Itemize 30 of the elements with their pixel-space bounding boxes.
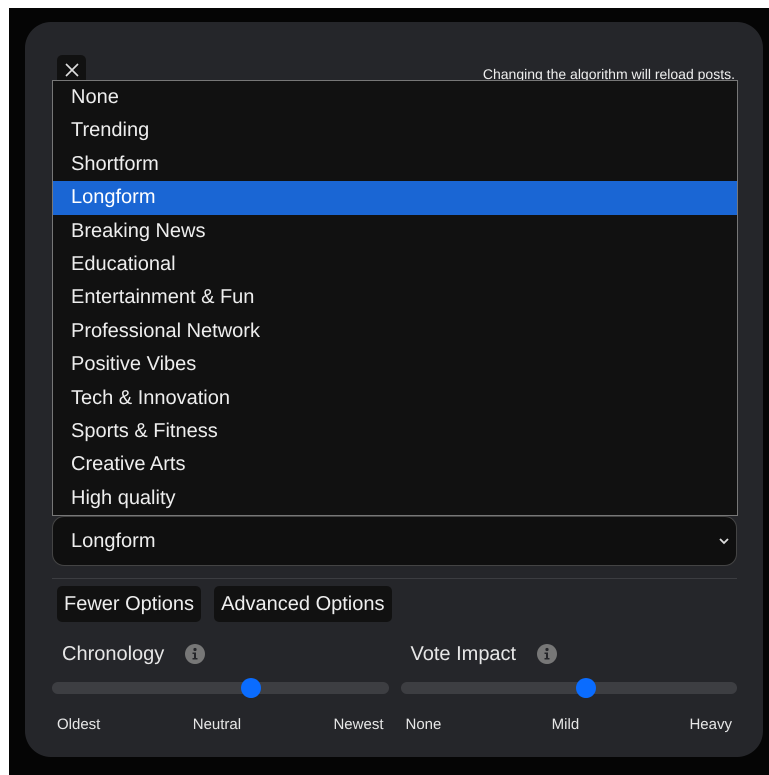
dropdown-option[interactable]: None xyxy=(53,81,737,114)
dropdown-option[interactable]: Longform xyxy=(53,181,737,215)
dropdown-option[interactable]: Educational xyxy=(53,248,737,282)
slider-thumb[interactable] xyxy=(576,678,596,698)
dropdown-option[interactable]: Creative Arts xyxy=(53,448,737,482)
dropdown-option[interactable]: Professional Network xyxy=(53,314,737,348)
info-icon[interactable] xyxy=(537,644,558,664)
dropdown-option[interactable]: Tech & Innovation xyxy=(53,382,737,415)
dropdown-option[interactable]: Entertainment & Fun xyxy=(53,281,737,315)
slider-label: Chronology xyxy=(62,642,164,666)
dropdown-option[interactable]: Positive Vibes xyxy=(53,348,737,382)
close-icon xyxy=(64,63,78,77)
option-button[interactable]: Fewer Options xyxy=(57,586,202,622)
dropdown-option[interactable]: High quality xyxy=(53,482,737,516)
dropdown-option[interactable]: Trending xyxy=(53,114,737,148)
slider-thumb[interactable] xyxy=(240,678,261,698)
dropdown-option[interactable]: Sports & Fitness xyxy=(53,414,737,448)
dropdown-option[interactable]: Breaking News xyxy=(53,214,737,248)
tick-label: Oldest xyxy=(57,716,100,733)
option-button[interactable]: Advanced Options xyxy=(214,586,392,622)
chevron-down-icon xyxy=(718,537,730,545)
algorithm-select[interactable]: Longform xyxy=(52,516,737,566)
dropdown-option[interactable]: Shortform xyxy=(53,148,737,182)
tick-label: Mild xyxy=(552,716,580,733)
tick-label: Heavy xyxy=(689,716,732,733)
tick-label: Neutral xyxy=(192,716,242,733)
slider-label: Vote Impact xyxy=(410,642,516,666)
info-icon[interactable] xyxy=(185,644,206,664)
tick-label: Newest xyxy=(333,716,384,733)
tick-label: None xyxy=(406,716,442,733)
